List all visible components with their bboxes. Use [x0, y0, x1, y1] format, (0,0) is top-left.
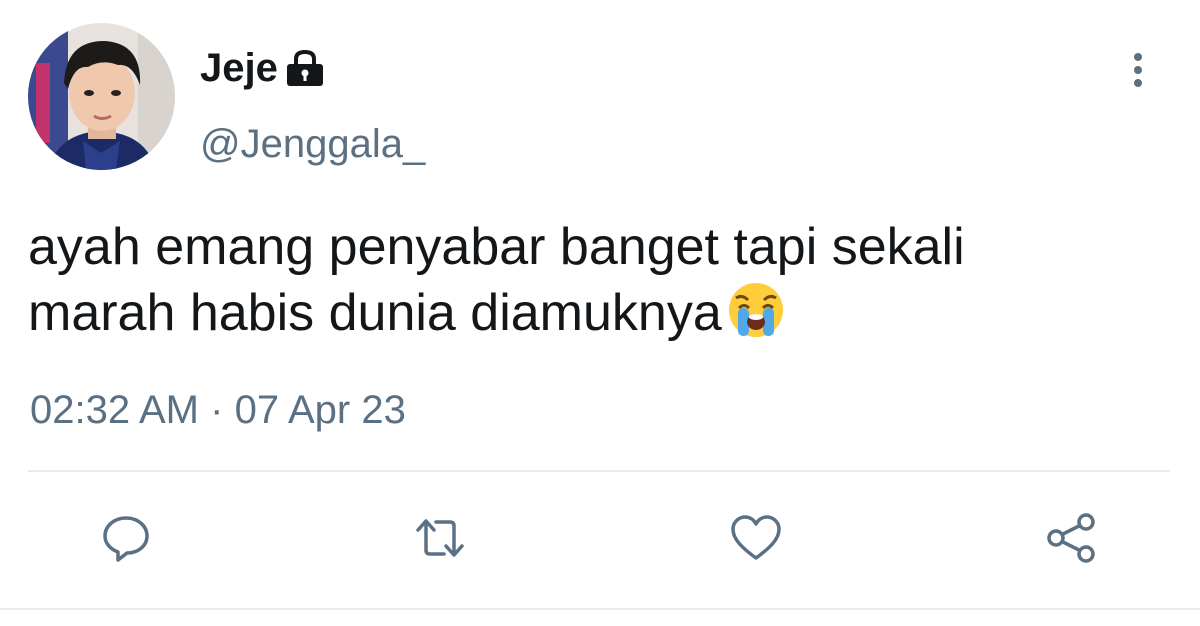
tweet-time: 02:32 AM [30, 388, 200, 432]
tweet-date: 07 Apr 23 [234, 388, 406, 432]
like-icon [728, 512, 784, 569]
tweet-card: Jeje @Jenggala_ ayah emang penyabar bang… [0, 0, 1200, 626]
tweet-timestamp[interactable]: 02:32 AM · 07 Apr 23 [30, 386, 406, 434]
lock-icon [282, 49, 328, 87]
display-name[interactable]: Jeje [200, 44, 278, 92]
tweet-text-line-1: ayah emang penyabar banget tapi sekali [28, 218, 965, 276]
tweet-text-line-2-content: marah habis dunia diamuknya [28, 284, 722, 342]
tweet-text-line-2: marah habis dunia diamuknya [28, 280, 1178, 354]
timestamp-separator: · [210, 388, 224, 432]
reply-icon [100, 512, 152, 569]
more-vertical-icon[interactable] [1121, 50, 1155, 90]
share-button[interactable] [1044, 512, 1100, 568]
retweet-icon [412, 512, 468, 569]
bottom-divider [0, 608, 1200, 610]
loudly-crying-face-icon [726, 282, 786, 354]
divider [28, 470, 1170, 472]
retweet-button[interactable] [412, 512, 468, 568]
name-row: Jeje [200, 44, 328, 92]
tweet-text: ayah emang penyabar banget tapi sekali m… [28, 214, 1178, 354]
avatar[interactable] [28, 23, 175, 170]
reply-button[interactable] [98, 512, 154, 568]
user-handle[interactable]: @Jenggala_ [200, 120, 425, 168]
like-button[interactable] [728, 512, 784, 568]
share-icon [1044, 510, 1100, 571]
